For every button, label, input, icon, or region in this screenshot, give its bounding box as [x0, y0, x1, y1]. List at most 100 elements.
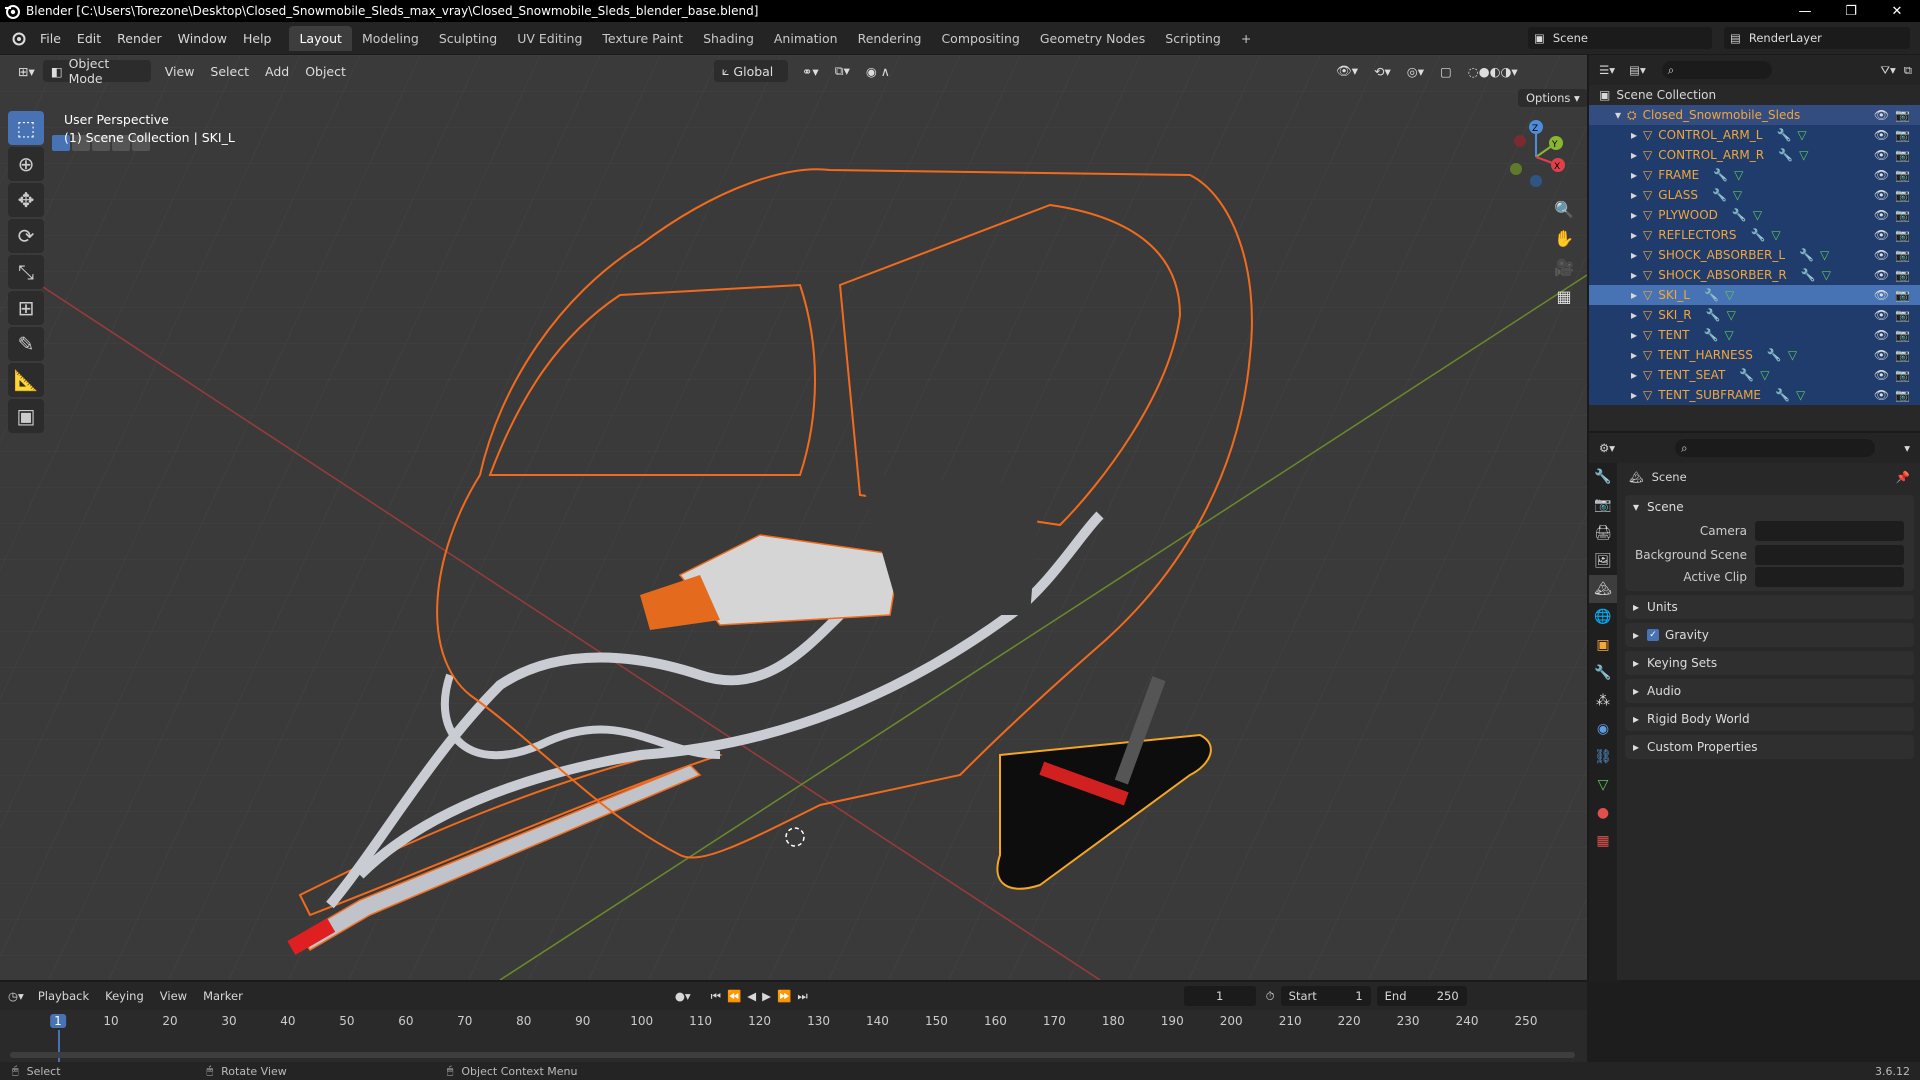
- outliner-object-row[interactable]: ▸ ▽ SKI_L 🔧 ▽ 👁 📷: [1589, 285, 1920, 305]
- subpanel-header[interactable]: ▸ Custom Properties: [1625, 735, 1914, 759]
- xray-icon[interactable]: ▢: [1432, 60, 1460, 82]
- eye-icon[interactable]: 👁: [1874, 128, 1889, 142]
- scale-icon[interactable]: ⤡: [8, 255, 44, 289]
- mesh-data-icon[interactable]: ▽: [1734, 168, 1743, 182]
- add-workspace-icon[interactable]: +: [1231, 26, 1261, 51]
- world-tab-icon[interactable]: 🌐: [1589, 603, 1617, 631]
- modifier-tab-icon[interactable]: 🔧: [1589, 659, 1617, 687]
- eye-icon[interactable]: 👁: [1874, 368, 1889, 382]
- outliner-object-row[interactable]: ▸ ▽ SHOCK_ABSORBER_R 🔧 ▽ 👁 📷: [1589, 265, 1920, 285]
- menu-playback[interactable]: Playback: [38, 989, 89, 1003]
- background-scene-input[interactable]: [1755, 545, 1904, 565]
- annotate-icon[interactable]: ✎: [8, 327, 44, 361]
- 3d-viewport[interactable]: ⊞▾ ◧ Object Mode View Select Add Object …: [0, 55, 1587, 980]
- proportional-edit-icon[interactable]: ◉ ∧: [858, 60, 898, 82]
- mesh-data-icon[interactable]: ▽: [1796, 388, 1805, 402]
- expand-arrow-icon[interactable]: ▸: [1631, 168, 1637, 182]
- mesh-data-icon[interactable]: ▽: [1822, 268, 1831, 282]
- subpanel[interactable]: ▸ ✓ Gravity: [1625, 623, 1914, 647]
- output-tab-icon[interactable]: 🖨: [1589, 519, 1617, 547]
- add-cube-icon[interactable]: ▣: [8, 399, 44, 433]
- modifier-wrench-icon[interactable]: 🔧: [1801, 268, 1816, 282]
- eye-icon[interactable]: 👁: [1874, 188, 1889, 202]
- menu-marker[interactable]: Marker: [203, 989, 243, 1003]
- camera-icon[interactable]: 📷: [1895, 288, 1910, 302]
- constraints-tab-icon[interactable]: ⛓: [1589, 743, 1617, 771]
- modifier-wrench-icon[interactable]: 🔧: [1775, 388, 1790, 402]
- eye-icon[interactable]: 👁: [1874, 208, 1889, 222]
- tab-layout[interactable]: Layout: [289, 25, 352, 51]
- expand-arrow-icon[interactable]: ▸: [1631, 128, 1637, 142]
- expand-arrow-icon[interactable]: ▸: [1631, 188, 1637, 202]
- menu-window[interactable]: Window: [170, 31, 235, 46]
- eye-icon[interactable]: 👁: [1874, 148, 1889, 162]
- restore-icon[interactable]: ❐: [1828, 0, 1874, 22]
- expand-arrow-icon[interactable]: ▸: [1631, 328, 1637, 342]
- visibility-icon[interactable]: 👁▾: [1328, 60, 1366, 82]
- expand-arrow-icon[interactable]: ▸: [1631, 248, 1637, 262]
- options-chevron-icon[interactable]: ▾: [1904, 441, 1910, 455]
- shading-modes-icon[interactable]: ◌●◐◑▾: [1460, 60, 1526, 82]
- outliner-object-row[interactable]: ▸ ▽ TENT_SUBFRAME 🔧 ▽ 👁 📷: [1589, 385, 1920, 405]
- mesh-data-icon[interactable]: ▽: [1725, 288, 1734, 302]
- texture-tab-icon[interactable]: ▦: [1589, 827, 1617, 855]
- eye-icon[interactable]: 👁: [1874, 168, 1889, 182]
- data-tab-icon[interactable]: ▽: [1589, 771, 1617, 799]
- modifier-wrench-icon[interactable]: 🔧: [1739, 368, 1754, 382]
- object-tab-icon[interactable]: ▣: [1589, 631, 1617, 659]
- scene-panel-header[interactable]: ▾ Scene: [1625, 495, 1914, 519]
- subpanel-header[interactable]: ▸ ✓ Gravity: [1625, 623, 1914, 647]
- expand-arrow-icon[interactable]: ▸: [1631, 388, 1637, 402]
- camera-icon[interactable]: 📷: [1895, 388, 1910, 402]
- rotate-icon[interactable]: ⟳: [8, 219, 44, 253]
- expand-arrow-icon[interactable]: ▸: [1631, 288, 1637, 302]
- transform-icon[interactable]: ⊞: [8, 291, 44, 325]
- options-button[interactable]: Options ▾: [1518, 89, 1587, 107]
- timeline-ruler[interactable]: 1 10 20 30 40 50 60 70 80 90 100 110 120 130 140 150 160…: [0, 1010, 1587, 1070]
- tab-animation[interactable]: Animation: [764, 26, 848, 51]
- mesh-data-icon[interactable]: ▽: [1799, 148, 1808, 162]
- tab-sculpting[interactable]: Sculpting: [429, 26, 507, 51]
- subpanel-header[interactable]: ▸ Keying Sets: [1625, 651, 1914, 675]
- camera-input[interactable]: [1755, 521, 1904, 541]
- camera-icon[interactable]: 📷: [1895, 188, 1910, 202]
- overlay-toggle-icon[interactable]: ◎▾: [1399, 60, 1432, 82]
- view-layer-selector[interactable]: ▤ RenderLayer: [1724, 27, 1910, 49]
- outliner-object-row[interactable]: ▸ ▽ CONTROL_ARM_L 🔧 ▽ 👁 📷: [1589, 125, 1920, 145]
- tab-modeling[interactable]: Modeling: [352, 26, 429, 51]
- tab-uv-editing[interactable]: UV Editing: [507, 26, 592, 51]
- scene-selector[interactable]: ▣ Scene: [1528, 27, 1712, 49]
- eye-icon[interactable]: 👁: [1874, 328, 1889, 342]
- outliner-object-row[interactable]: ▸ ▽ SHOCK_ABSORBER_L 🔧 ▽ 👁 📷: [1589, 245, 1920, 265]
- menu-keying[interactable]: Keying: [105, 989, 144, 1003]
- camera-icon[interactable]: 📷: [1895, 148, 1910, 162]
- expand-arrow-icon[interactable]: ▸: [1631, 228, 1637, 242]
- outliner-object-row[interactable]: ▸ ▽ TENT_HARNESS 🔧 ▽ 👁 📷: [1589, 345, 1920, 365]
- pivot-point-icon[interactable]: ⚭▾: [794, 60, 827, 82]
- modifier-wrench-icon[interactable]: 🔧: [1713, 168, 1728, 182]
- tab-texture-paint[interactable]: Texture Paint: [592, 26, 693, 51]
- modifier-wrench-icon[interactable]: 🔧: [1712, 188, 1727, 202]
- tab-rendering[interactable]: Rendering: [848, 26, 932, 51]
- physics-tab-icon[interactable]: ◉: [1589, 715, 1617, 743]
- menu-file[interactable]: File: [32, 31, 69, 46]
- filter-icon[interactable]: ⛛▾: [1880, 63, 1895, 78]
- tab-geometry-nodes[interactable]: Geometry Nodes: [1030, 26, 1155, 51]
- eye-icon[interactable]: 👁: [1874, 388, 1889, 402]
- eye-icon[interactable]: 👁: [1874, 308, 1889, 322]
- subpanel-header[interactable]: ▸ Units: [1625, 595, 1914, 619]
- subpanel[interactable]: ▸ Units: [1625, 595, 1914, 619]
- timeline-scrollbar[interactable]: [10, 1052, 1575, 1058]
- move-icon[interactable]: ✥: [8, 183, 44, 217]
- tab-compositing[interactable]: Compositing: [931, 26, 1029, 51]
- camera-icon[interactable]: 📷: [1895, 108, 1910, 122]
- transform-orientation-selector[interactable]: ⟀ Global: [713, 60, 788, 82]
- properties-search-field[interactable]: ⌕: [1675, 439, 1876, 457]
- view-layer-tab-icon[interactable]: 🖼: [1589, 547, 1617, 575]
- subpanel-header[interactable]: ▸ Audio: [1625, 679, 1914, 703]
- eye-icon[interactable]: 👁: [1874, 108, 1889, 122]
- record-icon[interactable]: ●▾: [675, 989, 691, 1003]
- select-box-icon[interactable]: ⬚: [8, 111, 44, 145]
- outliner-object-row[interactable]: ▸ ▽ TENT_SEAT 🔧 ▽ 👁 📷: [1589, 365, 1920, 385]
- eye-icon[interactable]: 👁: [1874, 268, 1889, 282]
